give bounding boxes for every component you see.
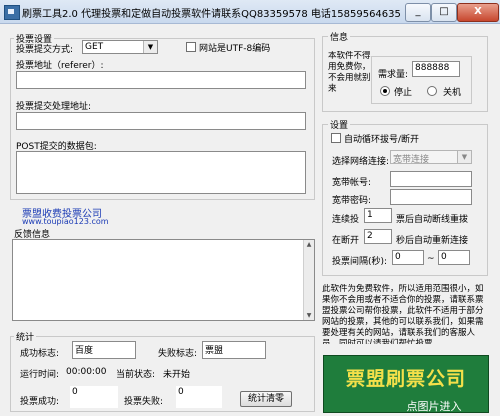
promo-url[interactable]: www.toupiao123.com — [22, 217, 109, 226]
fail-flag-label: 失败标志: — [158, 349, 198, 359]
clear-stats-button[interactable]: 统计清零 — [240, 391, 292, 407]
utf8-checkbox[interactable] — [186, 42, 196, 52]
status-value: 未开始 — [163, 370, 191, 380]
ad-subtitle: 点图片进入 — [406, 400, 462, 413]
reconnect-input[interactable]: 2 — [364, 229, 392, 244]
referer-input[interactable] — [16, 71, 306, 89]
post-packet-textarea[interactable] — [16, 151, 306, 194]
scroll-up-icon[interactable]: ▲ — [304, 241, 314, 248]
need-input[interactable]: 888888 — [412, 61, 460, 77]
account-label: 宽带帐号: — [332, 178, 372, 188]
connect-vote-label: 连续投 — [332, 215, 360, 225]
referer-label: 投票地址（referer）: — [16, 61, 104, 71]
loop-label: 自动循环拔号/断开 — [344, 135, 420, 145]
loop-checkbox[interactable] — [331, 133, 341, 143]
password-label: 宽带密码: — [332, 196, 372, 206]
feedback-textarea[interactable]: ▲ ▼ — [12, 239, 315, 321]
runtime-label: 运行时间: — [20, 370, 60, 380]
vote-fail-label: 投票失败: — [124, 397, 164, 407]
ad-banner[interactable]: 票盟刷票公司 点图片进入 — [323, 355, 489, 413]
app-icon — [4, 5, 20, 20]
maximize-button[interactable]: □ — [431, 3, 457, 22]
account-input[interactable] — [390, 171, 472, 187]
connect-vote-suffix: 票后自动断线重拨 — [396, 215, 469, 225]
info-notice: 本软件不得用免费你，不会用就别来 — [328, 51, 371, 94]
vote-success-label: 投票成功: — [20, 397, 60, 407]
network-select-value: 宽带连接 — [393, 155, 430, 164]
disclaimer-text: 此软件为免费软件，所以适用范围很小，如果你不会用或者不适合你的投票，请联系票盟投… — [322, 284, 484, 344]
title-bar[interactable]: 刷票工具2.0 代理投票和定做自动投票软件请联系QQ83359578 电话158… — [0, 0, 500, 24]
network-select[interactable]: 宽带连接 ▼ — [390, 150, 472, 164]
minimize-button[interactable]: _ — [405, 3, 431, 22]
fail-flag-input[interactable]: 票盟 — [202, 341, 266, 359]
handler-url-label: 投票提交处理地址: — [16, 102, 92, 112]
info-group-label: 信息 — [328, 30, 351, 43]
interval-min-input[interactable]: 0 — [392, 250, 424, 265]
vote-success-value: 0 — [70, 386, 118, 408]
shutdown-radio[interactable] — [427, 86, 437, 96]
success-flag-input[interactable]: 百度 — [72, 341, 136, 359]
utf8-label: 网站是UTF-8编码 — [199, 44, 271, 54]
chevron-down-icon: ▼ — [143, 41, 157, 53]
runtime-value: 00:00:00 — [66, 367, 107, 377]
settings-group-label: 设置 — [328, 118, 351, 131]
feedback-scrollbar[interactable]: ▲ ▼ — [303, 240, 314, 320]
stop-label: 停止 — [394, 88, 413, 98]
close-button[interactable]: X — [457, 3, 499, 22]
status-label: 当前状态: — [116, 370, 156, 380]
handler-url-input[interactable] — [16, 112, 306, 130]
interval-max-input[interactable]: 0 — [438, 250, 470, 265]
interval-label: 投票间隔(秒): — [332, 257, 388, 267]
password-input[interactable] — [390, 189, 472, 205]
stats-group-label: 统计 — [14, 330, 37, 343]
connect-vote-input[interactable]: 1 — [364, 208, 392, 223]
method-label: 投票提交方式: — [16, 45, 74, 55]
reconnect-label: 在断开 — [332, 236, 360, 246]
need-label: 需求量: — [378, 70, 409, 80]
reconnect-suffix: 秒后自动重新连接 — [396, 236, 469, 246]
interval-separator: ~ — [427, 254, 435, 264]
ad-title: 票盟刷票公司 — [345, 368, 466, 390]
method-select[interactable]: GET ▼ — [82, 40, 158, 54]
window-title: 刷票工具2.0 代理投票和定做自动投票软件请联系QQ83359578 电话158… — [22, 9, 401, 20]
method-select-value: GET — [85, 42, 104, 52]
stop-radio[interactable] — [380, 86, 390, 96]
chevron-down-icon: ▼ — [457, 151, 471, 163]
vote-fail-value: 0 — [176, 386, 222, 408]
scroll-down-icon[interactable]: ▼ — [304, 312, 314, 319]
success-flag-label: 成功标志: — [20, 349, 60, 359]
shutdown-label: 关机 — [443, 88, 462, 98]
network-label: 选择网络连接: — [332, 157, 390, 167]
